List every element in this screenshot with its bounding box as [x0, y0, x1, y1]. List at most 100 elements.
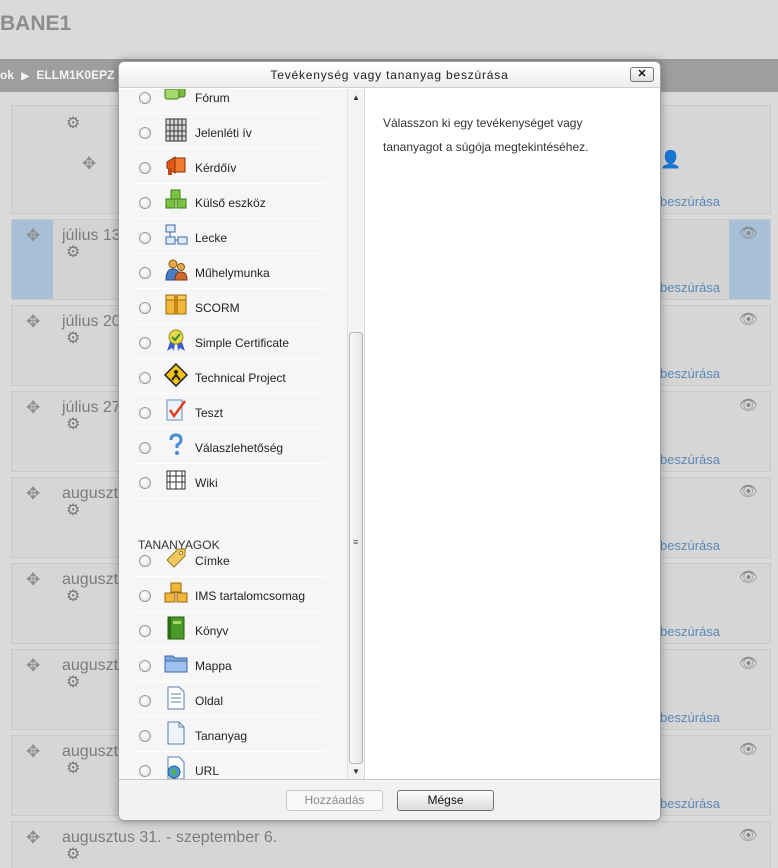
- eye-icon[interactable]: 👁: [739, 656, 758, 671]
- insert-activity-link[interactable]: beszúrása: [660, 538, 720, 553]
- radio-button[interactable]: [139, 477, 151, 489]
- option-label: Simple Certificate: [195, 336, 290, 350]
- move-icon[interactable]: ✥: [26, 227, 40, 244]
- move-icon[interactable]: ✥: [26, 657, 40, 674]
- file-icon: [167, 721, 185, 745]
- option-label: SCORM: [195, 301, 240, 315]
- option-label: Lecke: [195, 231, 228, 245]
- eye-icon[interactable]: 👁: [739, 828, 758, 843]
- scroll-up-arrow[interactable]: ▲: [352, 93, 360, 102]
- radio-button[interactable]: [139, 660, 151, 672]
- gear-icon[interactable]: ⚙: [66, 331, 80, 347]
- eye-icon[interactable]: 👁: [739, 484, 758, 499]
- option-file[interactable]: Tananyag: [137, 717, 325, 752]
- move-icon[interactable]: ✥: [26, 485, 40, 502]
- radio-button[interactable]: [139, 337, 151, 349]
- option-label: Tananyag: [195, 729, 248, 743]
- move-icon[interactable]: ✥: [82, 155, 96, 172]
- user-icon: 👤: [660, 150, 682, 169]
- option-label: Címke: [195, 554, 230, 568]
- insert-activity-link[interactable]: beszúrása: [660, 280, 720, 295]
- radio-button[interactable]: [139, 197, 151, 209]
- eye-icon[interactable]: 👁: [739, 226, 758, 241]
- move-icon[interactable]: ✥: [26, 399, 40, 416]
- section-title: augusztus 31. - szeptember 6.: [62, 829, 278, 846]
- eye-icon[interactable]: 👁: [739, 570, 758, 585]
- option-url[interactable]: URL: [137, 752, 325, 779]
- insert-activity-link[interactable]: beszúrása: [660, 624, 720, 639]
- feedback-icon: [166, 156, 186, 175]
- radio-button[interactable]: [139, 92, 151, 104]
- option-label: Wiki: [195, 476, 218, 490]
- move-icon[interactable]: ✥: [26, 313, 40, 330]
- insert-activity-link[interactable]: beszúrása: [660, 796, 720, 811]
- gear-icon[interactable]: ⚙: [66, 503, 80, 519]
- option-choice[interactable]: Válaszlehetőség: [137, 429, 325, 464]
- eye-icon[interactable]: 👁: [739, 398, 758, 413]
- scrollbar-thumb[interactable]: ≡: [349, 332, 363, 764]
- radio-button[interactable]: [139, 162, 151, 174]
- option-technical-project[interactable]: Technical Project: [137, 359, 325, 394]
- option-quiz[interactable]: Teszt: [137, 394, 325, 429]
- move-icon[interactable]: ✥: [26, 743, 40, 760]
- insert-activity-link[interactable]: beszúrása: [660, 710, 720, 725]
- option-label: Könyv: [195, 624, 229, 638]
- help-panel: Válasszon ki egy tevékenységet vagy tana…: [364, 89, 660, 779]
- insert-activity-link[interactable]: beszúrása: [660, 194, 720, 209]
- cancel-button[interactable]: Mégse: [397, 790, 494, 811]
- radio-button[interactable]: [139, 127, 151, 139]
- option-scorm[interactable]: SCORM: [137, 289, 325, 324]
- radio-button[interactable]: [139, 765, 151, 777]
- option-feedback[interactable]: Kérdőív: [137, 149, 325, 184]
- option-forum[interactable]: Fórum: [137, 89, 325, 114]
- radio-button[interactable]: [139, 625, 151, 637]
- option-folder[interactable]: Mappa: [137, 647, 325, 682]
- eye-icon[interactable]: 👁: [739, 742, 758, 757]
- gear-icon[interactable]: ⚙: [66, 245, 80, 261]
- move-icon[interactable]: ✥: [26, 829, 40, 846]
- option-label-resource[interactable]: Címke: [137, 542, 325, 577]
- radio-button[interactable]: [139, 267, 151, 279]
- certificate-icon: [167, 329, 185, 351]
- insert-activity-link[interactable]: beszúrása: [660, 452, 720, 467]
- option-workshop[interactable]: Műhelymunka: [137, 254, 325, 289]
- radio-button[interactable]: [139, 590, 151, 602]
- breadcrumb-item[interactable]: ok: [0, 68, 14, 82]
- option-page[interactable]: Oldal: [137, 682, 325, 717]
- option-book[interactable]: Könyv: [137, 612, 325, 647]
- option-simple-certificate[interactable]: Simple Certificate: [137, 324, 325, 359]
- radio-button[interactable]: [139, 695, 151, 707]
- radio-button[interactable]: [139, 730, 151, 742]
- option-wiki[interactable]: Wiki: [137, 464, 325, 499]
- dialog-header: Tevékenység vagy tananyag beszúrása ✕: [119, 62, 660, 88]
- gear-icon[interactable]: ⚙: [66, 761, 80, 777]
- radio-button[interactable]: [139, 407, 151, 419]
- option-label: Kérdőív: [195, 161, 237, 175]
- add-button[interactable]: Hozzáadás: [286, 790, 383, 811]
- close-button[interactable]: ✕: [630, 67, 654, 82]
- gear-icon[interactable]: ⚙: [66, 417, 80, 433]
- technical-project-icon: [164, 363, 188, 387]
- radio-button[interactable]: [139, 302, 151, 314]
- radio-button[interactable]: [139, 372, 151, 384]
- gear-icon[interactable]: ⚙: [66, 847, 80, 863]
- eye-icon[interactable]: 👁: [739, 312, 758, 327]
- option-label: URL: [195, 764, 220, 778]
- option-lesson[interactable]: Lecke: [137, 219, 325, 254]
- insert-activity-link[interactable]: beszúrása: [660, 366, 720, 381]
- move-icon[interactable]: ✥: [26, 571, 40, 588]
- workshop-icon: [165, 259, 188, 281]
- gear-icon[interactable]: ⚙: [66, 116, 80, 132]
- radio-button[interactable]: [139, 232, 151, 244]
- radio-button[interactable]: [139, 442, 151, 454]
- option-ims-package[interactable]: IMS tartalomcsomag: [137, 577, 325, 612]
- scroll-down-arrow[interactable]: ▼: [352, 767, 360, 776]
- scrollbar[interactable]: ▲ ≡ ▼: [347, 89, 364, 779]
- option-attendance[interactable]: Jelenléti ív: [137, 114, 325, 149]
- gear-icon[interactable]: ⚙: [66, 589, 80, 605]
- quiz-icon: [166, 399, 187, 421]
- gear-icon[interactable]: ⚙: [66, 675, 80, 691]
- breadcrumb-course[interactable]: ELLM1K0EPZ: [36, 68, 114, 82]
- radio-button[interactable]: [139, 555, 151, 567]
- option-external-tool[interactable]: Külső eszköz: [137, 184, 325, 219]
